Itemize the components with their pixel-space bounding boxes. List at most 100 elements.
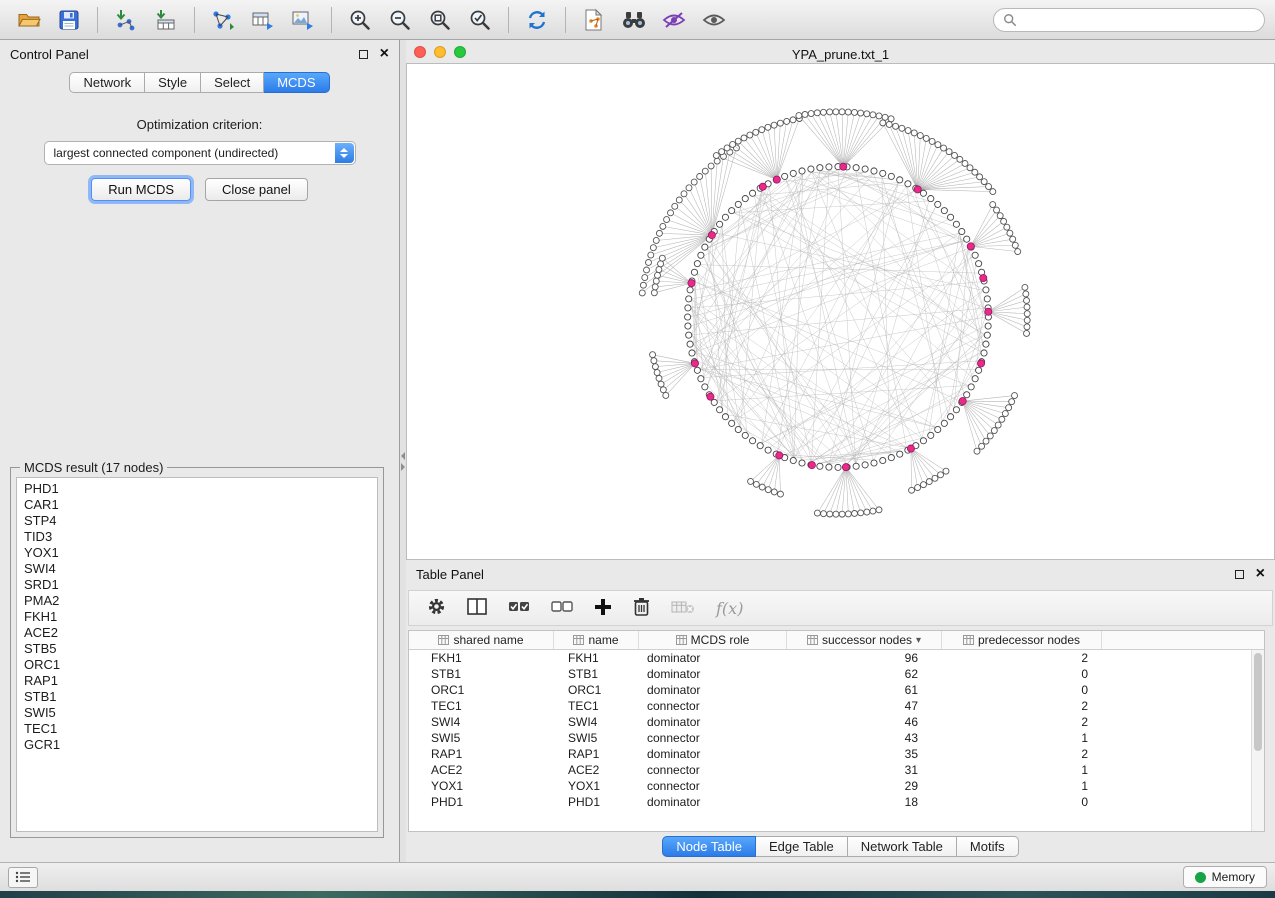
minimize-window-button[interactable] [434,46,446,58]
open-session-button[interactable] [10,5,48,35]
mcds-result-list[interactable]: PHD1CAR1STP4TID3YOX1SWI4SRD1PMA2FKH1ACE2… [16,477,378,832]
mcds-node-item[interactable]: GCR1 [24,737,377,753]
table-settings-button[interactable] [427,597,446,619]
column-header-predecessor-nodes[interactable]: predecessor nodes [942,631,1102,649]
refresh-layout-button[interactable] [518,5,556,35]
scrollbar-thumb[interactable] [1254,653,1262,751]
mcds-node-item[interactable]: CAR1 [24,497,377,513]
mcds-node-item[interactable]: SWI5 [24,705,377,721]
criterion-dropdown[interactable]: largest connected component (undirected) [44,141,356,165]
control-panel-title: Control Panel [10,47,89,62]
table-row[interactable]: FKH1FKH1dominator962 [409,650,1264,666]
table-row[interactable]: ORC1ORC1dominator610 [409,682,1264,698]
table-grid-icon [807,635,818,645]
zoom-fit-button[interactable] [421,5,459,35]
mcds-node-item[interactable]: TEC1 [24,721,377,737]
mcds-node-item[interactable]: ORC1 [24,657,377,673]
show-columns-button[interactable] [467,598,487,618]
table-scrollbar[interactable] [1251,650,1264,831]
function-builder-button[interactable]: f(x) [716,599,743,618]
table-row[interactable]: SWI4SWI4dominator462 [409,714,1264,730]
columns-icon [467,598,487,615]
table-row[interactable]: TEC1TEC1connector472 [409,698,1264,714]
import-table-icon [154,9,178,31]
table-tab-edge-table[interactable]: Edge Table [756,836,848,857]
close-panel-button[interactable]: Close panel [205,178,308,201]
tab-style[interactable]: Style [145,72,201,93]
memory-label: Memory [1212,870,1255,884]
delete-column-button[interactable] [633,597,650,619]
list-icon [15,871,31,883]
deselect-all-button[interactable] [551,599,573,618]
mcds-node-item[interactable]: STP4 [24,513,377,529]
table-row[interactable]: SWI5SWI5connector431 [409,730,1264,746]
mcds-node-item[interactable]: PHD1 [24,481,377,497]
mcds-node-item[interactable]: STB1 [24,689,377,705]
mcds-node-item[interactable]: PMA2 [24,593,377,609]
import-network-button[interactable] [107,5,145,35]
search-box[interactable] [993,8,1265,32]
mcds-node-item[interactable]: RAP1 [24,673,377,689]
new-network-button[interactable] [204,5,242,35]
task-history-button[interactable] [8,867,38,888]
close-window-button[interactable] [414,46,426,58]
toolbar-separator [565,7,566,33]
table-export-icon [251,9,275,31]
run-mcds-button[interactable]: Run MCDS [91,178,191,201]
import-table-button[interactable] [147,5,185,35]
mcds-node-item[interactable]: YOX1 [24,545,377,561]
node-table-body: FKH1FKH1dominator962STB1STB1dominator620… [409,650,1264,810]
mcds-result-title: MCDS result (17 nodes) [20,460,167,475]
select-all-button[interactable] [508,599,530,618]
column-header-successor-nodes[interactable]: successor nodes▾ [787,631,942,649]
table-tab-network-table[interactable]: Network Table [848,836,957,857]
table-tab-motifs[interactable]: Motifs [957,836,1019,857]
zoom-selected-button[interactable] [461,5,499,35]
mcds-node-item[interactable]: ACE2 [24,625,377,641]
network-title-bar[interactable]: YPA_prune.txt_1 [406,45,1275,63]
table-row[interactable]: ACE2ACE2connector311 [409,762,1264,778]
hide-selected-button[interactable] [655,5,693,35]
close-panel-icon[interactable]: × [380,49,389,59]
mcds-node-item[interactable]: STB5 [24,641,377,657]
tab-select[interactable]: Select [201,72,264,93]
export-table-button[interactable] [244,5,282,35]
mcds-node-item[interactable]: SRD1 [24,577,377,593]
table-row[interactable]: PHD1PHD1dominator180 [409,794,1264,810]
column-header-shared-name[interactable]: shared name [409,631,554,649]
table-row[interactable]: STB1STB1dominator620 [409,666,1264,682]
save-icon [59,10,79,30]
table-row[interactable]: RAP1RAP1dominator352 [409,746,1264,762]
clone-network-button[interactable] [575,5,613,35]
show-all-button[interactable] [695,5,733,35]
table-panel-title: Table Panel [416,567,484,582]
zoom-in-button[interactable] [341,5,379,35]
tab-network[interactable]: Network [69,72,145,93]
float-panel-icon[interactable] [359,50,368,59]
column-header-name[interactable]: name [554,631,639,649]
table-row[interactable]: YOX1YOX1connector291 [409,778,1264,794]
save-session-button[interactable] [50,5,88,35]
binoculars-icon [621,10,647,30]
search-input[interactable] [1023,12,1255,28]
network-canvas[interactable] [406,63,1275,560]
search-network-button[interactable] [615,5,653,35]
column-header-MCDS-role[interactable]: MCDS role [639,631,787,649]
float-table-panel-icon[interactable] [1235,570,1244,579]
zoom-out-button[interactable] [381,5,419,35]
memory-button[interactable]: Memory [1183,866,1267,888]
tab-mcds[interactable]: MCDS [264,72,329,93]
node-table: shared namenameMCDS rolesuccessor nodes▾… [408,630,1265,832]
maximize-window-button[interactable] [454,46,466,58]
mcds-node-item[interactable]: TID3 [24,529,377,545]
export-image-button[interactable] [284,5,322,35]
close-table-panel-icon[interactable]: × [1256,569,1265,579]
delete-table-button[interactable] [671,599,695,618]
add-column-button[interactable] [594,598,612,619]
table-grid-icon [676,635,687,645]
network-graph[interactable] [407,64,1274,559]
table-tab-node-table[interactable]: Node Table [662,836,756,857]
refresh-icon [525,8,549,32]
mcds-node-item[interactable]: FKH1 [24,609,377,625]
mcds-node-item[interactable]: SWI4 [24,561,377,577]
